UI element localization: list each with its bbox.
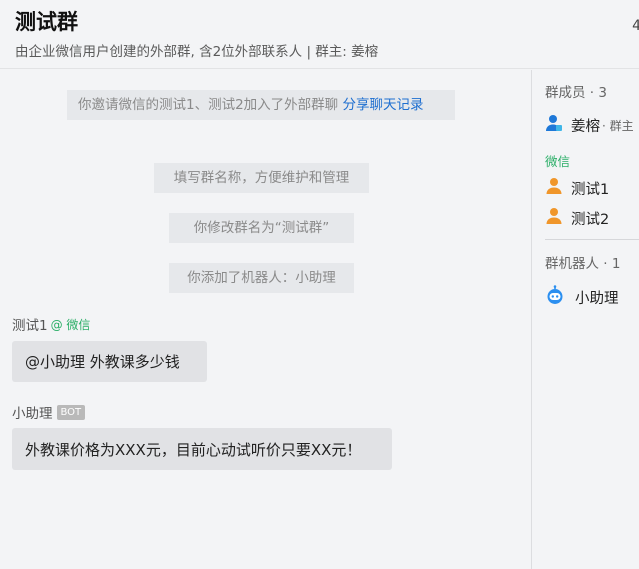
member-item-test1[interactable]: 测试1 xyxy=(545,177,609,199)
system-message-renamed: 你修改群名为“测试群” xyxy=(169,213,354,243)
message-sender: 测试1 @ 微信 xyxy=(12,314,91,335)
wechat-group-label: 微信 xyxy=(545,154,571,169)
member-sidebar: 群成员 · 3 姜榕 · 群主 微信 测试1 测试2 群机器人 · 1 小助理 xyxy=(531,70,639,569)
header-corner-mark[interactable]: 4 xyxy=(632,18,639,34)
person-icon xyxy=(545,177,563,199)
system-message-robot-added: 你添加了机器人：小助理 xyxy=(169,263,354,293)
message-bubble[interactable]: @小助理 外教课多少钱 xyxy=(12,341,207,382)
group-title[interactable]: 测试群 xyxy=(15,6,78,36)
member-item-test2[interactable]: 测试2 xyxy=(545,207,609,229)
message-sender: 小助理 BOT xyxy=(12,402,86,422)
robots-heading: 群机器人 · 1 xyxy=(545,256,621,272)
owner-role-label: · 群主 xyxy=(602,118,634,133)
person-icon xyxy=(545,207,563,229)
member-name: 测试2 xyxy=(571,211,610,228)
robot-item-assistant[interactable]: 小助理 xyxy=(545,285,619,309)
system-message-rename-hint[interactable]: 填写群名称，方便维护和管理 xyxy=(154,163,369,193)
bot-badge: BOT xyxy=(56,404,86,420)
member-item-owner[interactable]: 姜榕 · 群主 xyxy=(545,114,634,136)
message-bubble[interactable]: 外教课价格为XXX元，目前心动试听价只要XX元！ xyxy=(12,428,392,470)
system-message-invite: 你邀请微信的测试1、测试2加入了外部群聊 分享聊天记录 xyxy=(67,90,455,120)
sender-name[interactable]: 小助理 xyxy=(12,402,53,422)
member-name: 姜榕 xyxy=(571,118,600,135)
group-subtitle: 由企业微信用户创建的外部群, 含2位外部联系人 | 群主: 姜榕 xyxy=(15,44,379,60)
system-message-text: 你邀请微信的测试1、测试2加入了外部群聊 xyxy=(78,97,339,113)
robot-icon xyxy=(545,285,565,309)
chat-header: 测试群 由企业微信用户创建的外部群, 含2位外部联系人 | 群主: 姜榕 4 xyxy=(0,0,639,69)
share-chat-history-link[interactable]: 分享聊天记录 xyxy=(342,97,423,113)
sender-name[interactable]: 测试1 xyxy=(12,314,48,334)
sidebar-divider xyxy=(545,239,639,240)
members-heading: 群成员 · 3 xyxy=(545,85,607,101)
chat-area: 你邀请微信的测试1、测试2加入了外部群聊 分享聊天记录 填写群名称，方便维护和管… xyxy=(0,70,531,569)
robot-name: 小助理 xyxy=(575,290,619,307)
person-icon xyxy=(545,114,563,136)
wechat-tag: @ 微信 xyxy=(50,317,91,332)
member-name: 测试1 xyxy=(571,181,610,198)
